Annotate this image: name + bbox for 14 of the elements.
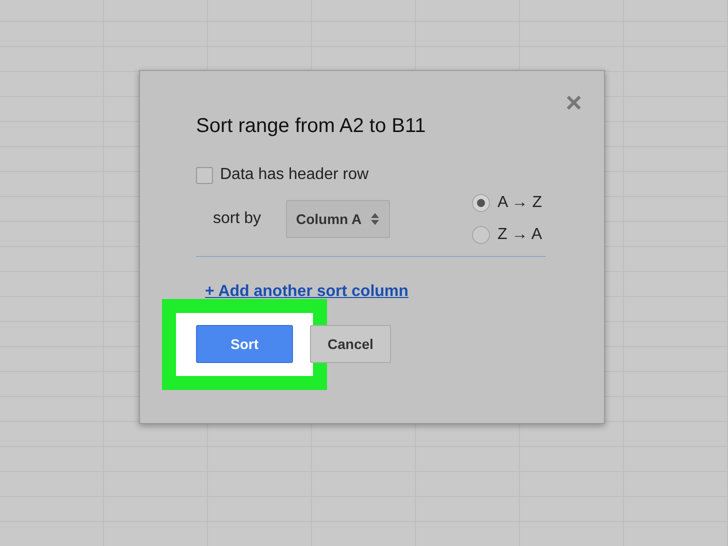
up-down-caret-icon <box>370 212 380 226</box>
dialog-title: Sort range from A2 to B11 <box>196 115 427 138</box>
dialog-button[interactable]: Cancel <box>310 325 391 363</box>
radio-label: A → Z <box>498 194 542 212</box>
close-icon[interactable]: × <box>566 89 582 117</box>
checkbox-label: Data has header row <box>220 166 369 184</box>
checkbox[interactable] <box>196 166 213 184</box>
sort-by-label: sort by <box>213 210 262 228</box>
radio-button[interactable] <box>472 226 490 244</box>
radio-label: Z → A <box>498 226 542 244</box>
add-sort-column-link[interactable]: + Add another sort column <box>205 283 408 301</box>
radio-button[interactable] <box>472 194 490 212</box>
dialog-button[interactable]: Sort <box>196 325 293 363</box>
column-dropdown[interactable]: Column A <box>286 200 390 238</box>
